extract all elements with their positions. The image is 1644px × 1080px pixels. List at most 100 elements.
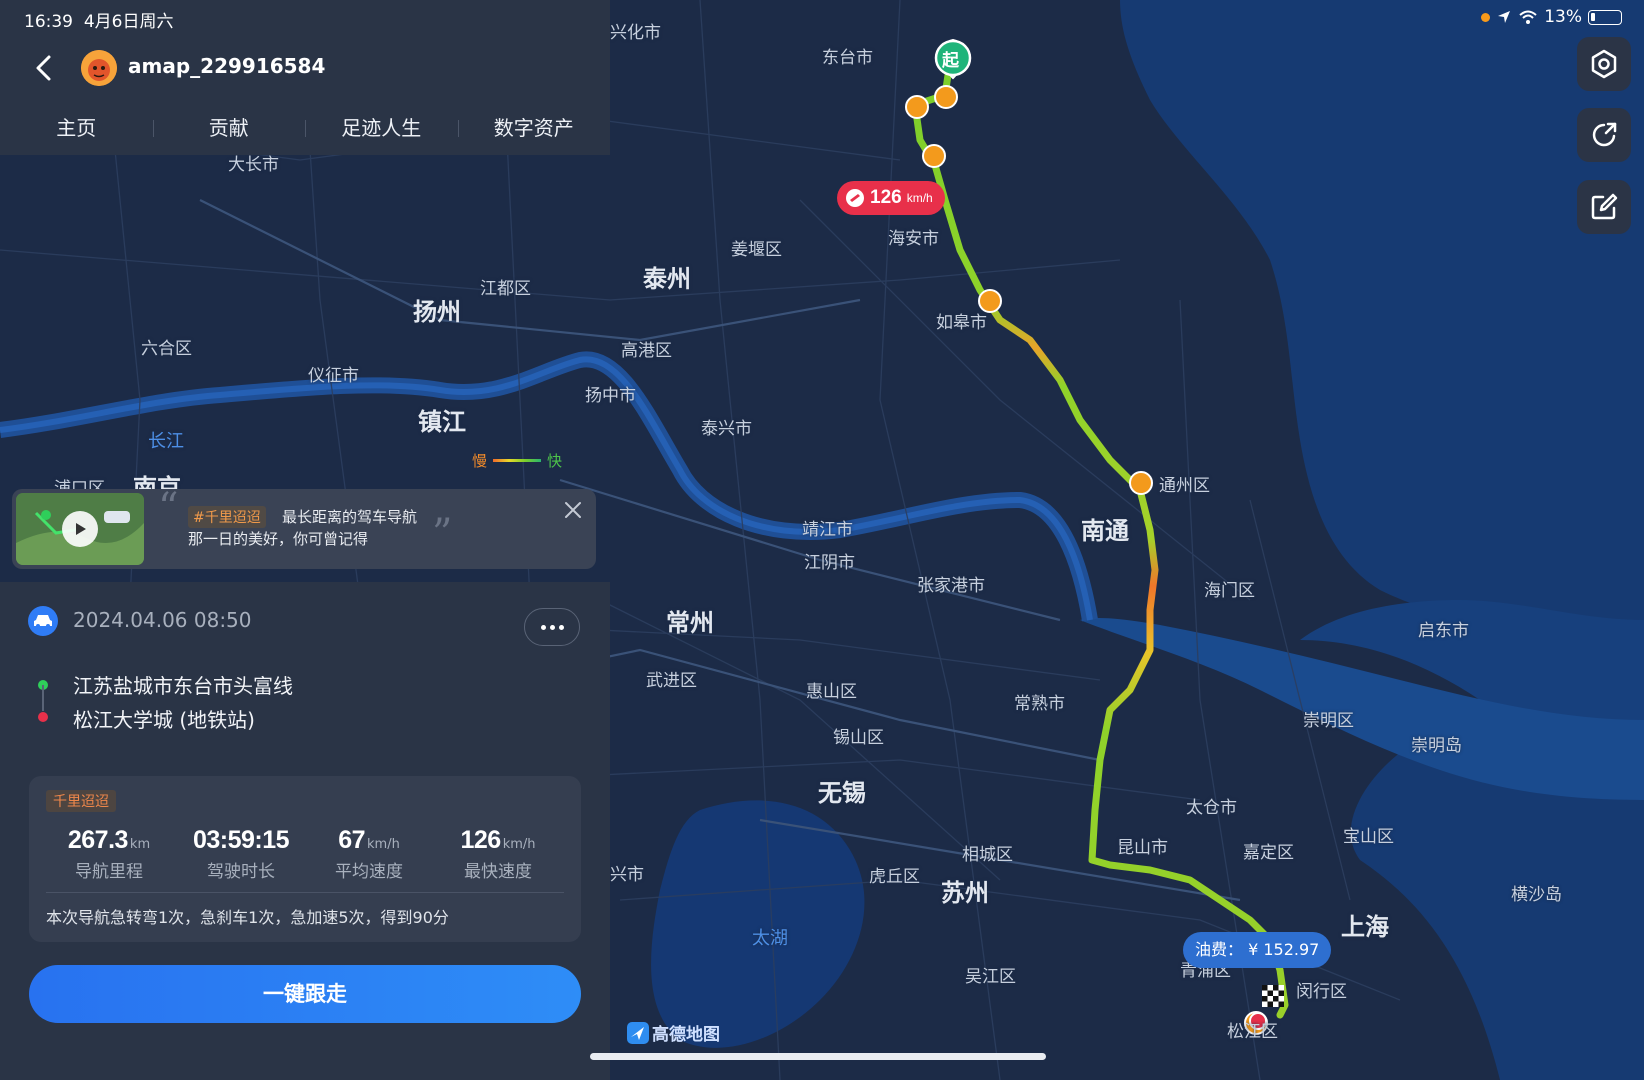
map-label: 张家港市 (917, 576, 985, 596)
trip-datetime: 2024.04.06 08:50 (73, 608, 252, 632)
location-arrow-icon (1498, 11, 1511, 23)
status-indicators: 13% (1481, 7, 1622, 27)
tab-digital-assets[interactable]: 数字资产 (457, 108, 611, 148)
map-label: 泰兴市 (701, 419, 752, 439)
max-speed-unit: km/h (906, 191, 933, 205)
map-label: 昆山市 (1117, 838, 1168, 858)
start-marker-label: 起 (942, 51, 959, 71)
max-speed-badge[interactable]: 126 km/h (837, 181, 945, 215)
map-label: 东台市 (822, 48, 873, 68)
route-start: 江苏盐城市东台市头富线 (73, 674, 293, 698)
map-label: 惠山区 (806, 682, 857, 702)
hexagon-settings-icon (1591, 49, 1617, 79)
map-label: 无锡 (818, 779, 866, 807)
map-label: 兴市 (610, 865, 644, 885)
map-label: 虎丘区 (869, 867, 920, 887)
route-end: 松江大学城 (地铁站) (73, 708, 255, 732)
edit-icon (1591, 193, 1618, 220)
map-label: 锡山区 (833, 728, 884, 748)
battery-percent: 13% (1544, 7, 1582, 27)
close-button[interactable] (562, 499, 584, 521)
amap-logo-icon (627, 1021, 649, 1044)
edit-button[interactable] (1577, 180, 1631, 234)
map-label: 常熟市 (1014, 694, 1065, 714)
status-bar: 16:39 4月6日周六 13% (0, 0, 1644, 34)
trip-detail-panel: 2024.04.06 08:50 江苏盐城市东台市头富线 松江大学城 (地铁站)… (0, 582, 610, 1080)
map-label: 南通 (1081, 517, 1129, 545)
map-label: 上海 (1341, 913, 1389, 941)
map-label: 常州 (666, 609, 714, 637)
amap-logo: 高德地图 (627, 1020, 720, 1045)
map-label: 六合区 (141, 339, 192, 359)
map-label: 仪征市 (308, 366, 359, 386)
profile-tabs: 主页 贡献 足迹人生 数字资产 (0, 108, 610, 148)
status-time: 16:39 4月6日周六 (24, 12, 174, 32)
promo-card[interactable]: “ ” #千里迢迢 最长距离的驾车导航 那一日的美好，你可曾记得 (12, 485, 596, 569)
map-label: 闵行区 (1296, 982, 1347, 1002)
share-button[interactable] (1577, 108, 1631, 162)
map-label: 长江 (148, 431, 184, 452)
tab-contribution[interactable]: 贡献 (152, 108, 306, 148)
max-speed-value: 126 (870, 187, 902, 208)
map-label: 海门区 (1204, 581, 1255, 601)
promo-tag: #千里迢迢 (188, 506, 266, 528)
back-button[interactable] (26, 50, 62, 86)
promo-title: 最长距离的驾车导航 (282, 508, 418, 526)
stat-duration: 03:59:15 驾驶时长 (192, 826, 290, 882)
settings-button[interactable] (1577, 37, 1631, 91)
tab-footprint[interactable]: 足迹人生 (305, 108, 458, 148)
stat-average-speed: 67 km/h 平均速度 (335, 826, 403, 882)
map-label: 扬州 (413, 298, 461, 326)
quote-close-icon: ” (432, 511, 453, 557)
avatar[interactable] (81, 50, 117, 86)
map-label: 相城区 (962, 845, 1013, 865)
tab-home[interactable]: 主页 (0, 108, 153, 148)
route-connector (42, 685, 44, 711)
map-label: 吴江区 (965, 967, 1016, 987)
map-label: 镇江 (418, 408, 466, 436)
map-label: 靖江市 (802, 520, 853, 540)
stats-badge: 千里迢迢 (46, 790, 116, 812)
legend-fast: 快 (547, 452, 563, 470)
speed-legend: 慢 快 (472, 450, 562, 471)
map-label: 扬中市 (585, 386, 636, 406)
home-indicator[interactable] (590, 1053, 1046, 1060)
map-label: 太湖 (752, 928, 788, 949)
stat-max-speed: 126 km/h 最快速度 (460, 826, 536, 882)
mic-indicator-icon (1481, 12, 1491, 22)
end-dot-icon (38, 712, 48, 722)
map-label: 宝山区 (1343, 827, 1394, 847)
amap-logo-text: 高德地图 (652, 1025, 720, 1045)
car-icon (28, 606, 58, 636)
follow-route-button[interactable]: 一键跟走 (29, 965, 581, 1023)
map-label: 崇明区 (1303, 711, 1354, 731)
map-label: 横沙岛 (1511, 885, 1562, 905)
map-label: 松江区 (1227, 1022, 1278, 1042)
map-label: 武进区 (646, 671, 697, 691)
fuel-cost-badge[interactable]: 油费： ¥ 152.97 (1183, 932, 1332, 968)
map-label: 苏州 (941, 879, 989, 907)
stat-distance: 267.3 km 导航里程 (67, 826, 151, 882)
finish-flag-icon (1262, 985, 1284, 1007)
wifi-icon (1519, 10, 1537, 24)
map-label: 通州区 (1159, 476, 1210, 496)
chevron-left-icon (36, 55, 51, 81)
map-label: 海安市 (888, 229, 939, 249)
driving-summary: 本次导航急转弯1次，急刹车1次，急加速5次，得到90分 (46, 908, 449, 927)
status-date: 4月6日周六 (83, 12, 174, 32)
legend-gradient (493, 459, 542, 462)
map-label: 泰州 (643, 265, 691, 293)
quote-open-icon: “ (158, 485, 179, 531)
battery-icon (1588, 9, 1622, 25)
map-label: 太仓市 (1186, 798, 1237, 818)
promo-thumbnail[interactable] (16, 493, 144, 565)
avatar-icon (81, 50, 117, 86)
username: amap_229916584 (128, 54, 326, 78)
more-button[interactable] (524, 608, 580, 646)
play-button[interactable] (62, 511, 98, 547)
map-label: 崇明岛 (1411, 736, 1462, 756)
map-label: 姜堰区 (731, 240, 782, 260)
map-label: 江都区 (480, 279, 531, 299)
share-icon (1592, 122, 1617, 147)
speed-icon (846, 189, 864, 207)
